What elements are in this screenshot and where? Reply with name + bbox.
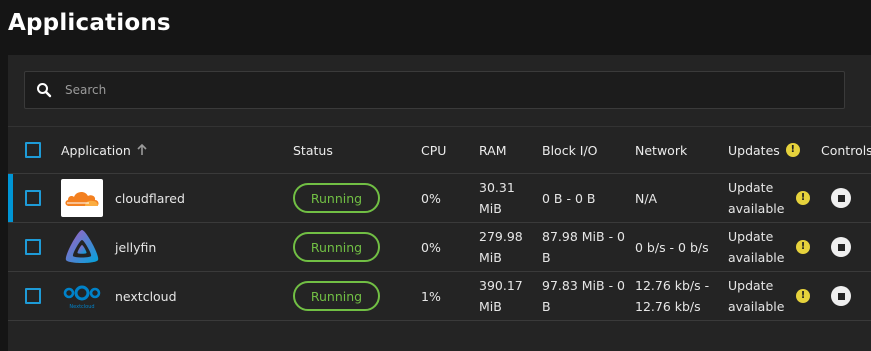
stop-button[interactable] (831, 188, 851, 208)
warning-icon[interactable]: ! (796, 191, 810, 205)
stop-icon (837, 194, 845, 202)
ram-value: 279.98 MiB (479, 229, 523, 265)
cpu-value: 1% (421, 288, 441, 304)
update-status: Update available (728, 229, 785, 265)
cpu-value: 0% (421, 190, 441, 206)
arrow-up-icon (137, 144, 147, 155)
ram-value: 30.31 MiB (479, 180, 515, 216)
table-header: Application Status CPU RAM Block I/O Net… (8, 126, 871, 174)
column-controls: Controls (821, 142, 871, 158)
warning-icon[interactable]: ! (796, 289, 810, 303)
search-input[interactable] (65, 72, 825, 108)
table-row[interactable]: cloudflared Running 0% 30.31 MiB 0 B - 0 … (8, 174, 871, 223)
column-block-io[interactable]: Block I/O (542, 127, 598, 173)
jellyfin-logo-icon (61, 228, 103, 266)
column-updates-label: Updates (728, 142, 780, 158)
select-all-checkbox[interactable] (25, 142, 41, 158)
column-updates[interactable]: Updates ! (728, 127, 800, 173)
warning-icon[interactable]: ! (796, 240, 810, 254)
table-row[interactable]: jellyfin Running 0% 279.98 MiB 87.98 MiB … (8, 223, 871, 272)
warning-icon: ! (785, 143, 800, 157)
column-application-label: Application (61, 142, 131, 158)
status-badge: Running (293, 232, 380, 262)
table-row[interactable]: Nextcloud nextcloud Running 1% 390.17 MiB… (8, 272, 871, 321)
column-network[interactable]: Network (635, 127, 687, 173)
row-checkbox[interactable] (25, 190, 41, 206)
app-name[interactable]: nextcloud (115, 272, 177, 320)
status-badge: Running (293, 183, 380, 213)
status-badge: Running (293, 281, 380, 311)
network-value: 0 b/s - 0 b/s (635, 239, 709, 255)
stop-button[interactable] (831, 237, 851, 257)
stop-button[interactable] (831, 286, 851, 306)
svg-text:Nextcloud: Nextcloud (69, 304, 94, 310)
network-value: 12.76 kb/s -12.76 kb/s (635, 278, 710, 314)
block-io-value: 97.83 MiB - 0B (542, 278, 626, 314)
update-status: Update available (728, 278, 785, 314)
applications-panel: Application Status CPU RAM Block I/O Net… (8, 55, 871, 351)
page-title: Applications (8, 10, 171, 36)
column-status[interactable]: Status (293, 127, 333, 173)
stop-icon (837, 292, 845, 300)
row-checkbox[interactable] (25, 239, 41, 255)
nextcloud-logo-icon: Nextcloud (61, 277, 103, 315)
block-io-value: 0 B - 0 B (542, 190, 596, 206)
search-icon (37, 83, 52, 98)
row-checkbox[interactable] (25, 288, 41, 304)
cloudflare-logo-icon (61, 179, 103, 217)
ram-value: 390.17 MiB (479, 278, 523, 314)
applications-table: Application Status CPU RAM Block I/O Net… (8, 126, 871, 321)
column-cpu[interactable]: CPU (421, 127, 446, 173)
app-name[interactable]: jellyfin (115, 223, 156, 271)
cpu-value: 0% (421, 239, 441, 255)
app-name[interactable]: cloudflared (115, 174, 185, 222)
update-status: Update available (728, 180, 785, 216)
block-io-value: 87.98 MiB - 0B (542, 229, 626, 265)
stop-icon (837, 243, 845, 251)
search-box[interactable] (24, 71, 845, 109)
column-application[interactable]: Application (61, 127, 147, 173)
column-ram[interactable]: RAM (479, 127, 507, 173)
network-value: N/A (635, 190, 658, 206)
